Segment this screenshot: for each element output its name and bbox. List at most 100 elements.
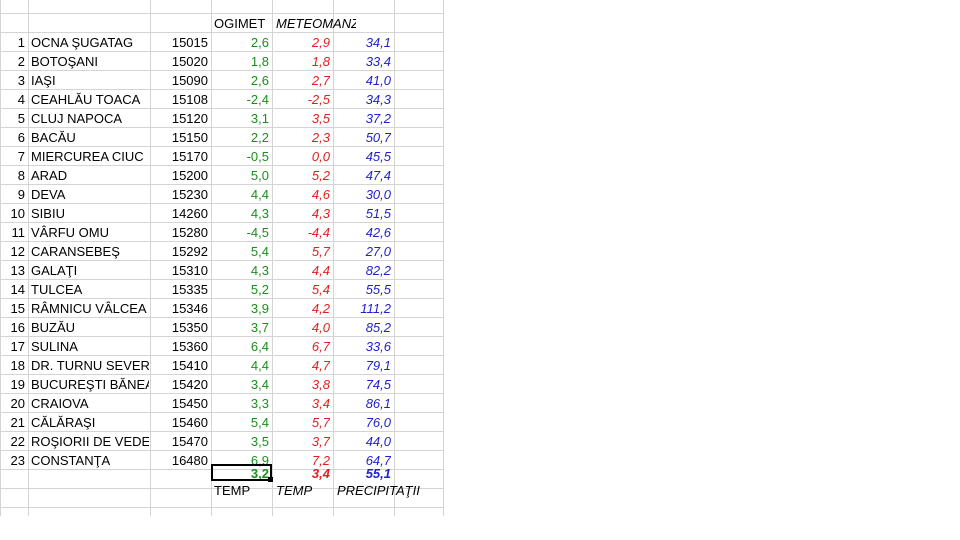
meteomanz-temp[interactable]: 4,4 <box>273 261 330 280</box>
precipitation[interactable]: 85,2 <box>334 318 391 337</box>
meteomanz-temp[interactable]: 2,9 <box>273 33 330 52</box>
station-code[interactable]: 15360 <box>150 337 208 356</box>
station-name[interactable]: CLUJ NAPOCA <box>31 109 149 128</box>
header-ogimet[interactable]: OGIMET <box>211 14 275 33</box>
station-code[interactable]: 15150 <box>150 128 208 147</box>
ogimet-temp[interactable]: 4,3 <box>211 204 269 223</box>
station-code[interactable]: 16480 <box>150 451 208 470</box>
ogimet-temp[interactable]: 4,4 <box>211 185 269 204</box>
station-code[interactable]: 15292 <box>150 242 208 261</box>
ogimet-temp[interactable]: 3,4 <box>211 375 269 394</box>
row-number[interactable]: 3 <box>0 71 25 90</box>
precipitation[interactable]: 27,0 <box>334 242 391 261</box>
station-name[interactable]: GALAŢI <box>31 261 149 280</box>
precipitation[interactable]: 44,0 <box>334 432 391 451</box>
meteomanz-temp[interactable]: 4,0 <box>273 318 330 337</box>
ogimet-temp[interactable]: 3,1 <box>211 109 269 128</box>
ogimet-temp[interactable]: 4,3 <box>211 261 269 280</box>
station-name[interactable]: CARANSEBEŞ <box>31 242 149 261</box>
spreadsheet-grid[interactable]: OGIMET METEOMANZ 1 OCNA ŞUGATAG 15015 2,6 2,… <box>0 0 444 516</box>
station-name[interactable]: CEAHLĂU TOACA <box>31 90 149 109</box>
precipitation[interactable]: 42,6 <box>334 223 391 242</box>
precipitation[interactable]: 34,1 <box>334 33 391 52</box>
precipitation[interactable]: 76,0 <box>334 413 391 432</box>
station-code[interactable]: 15420 <box>150 375 208 394</box>
station-code[interactable]: 15470 <box>150 432 208 451</box>
station-code[interactable]: 15350 <box>150 318 208 337</box>
meteomanz-temp[interactable]: 2,3 <box>273 128 330 147</box>
station-code[interactable]: 15310 <box>150 261 208 280</box>
station-name[interactable]: OCNA ŞUGATAG <box>31 33 149 52</box>
footer-temp-meteomanz[interactable]: TEMP <box>273 481 336 500</box>
ogimet-temp[interactable]: 3,9 <box>211 299 269 318</box>
station-name[interactable]: BUCUREŞTI BĂNEA <box>31 375 149 394</box>
precipitation[interactable]: 82,2 <box>334 261 391 280</box>
station-code[interactable]: 15280 <box>150 223 208 242</box>
ogimet-temp[interactable]: 5,4 <box>211 242 269 261</box>
meteomanz-temp[interactable]: -2,5 <box>273 90 330 109</box>
row-number[interactable]: 15 <box>0 299 25 318</box>
ogimet-temp[interactable]: 5,2 <box>211 280 269 299</box>
station-name[interactable]: ARAD <box>31 166 149 185</box>
station-name[interactable]: DR. TURNU SEVER <box>31 356 149 375</box>
row-number[interactable]: 11 <box>0 223 26 242</box>
station-code[interactable]: 15090 <box>150 71 208 90</box>
precipitation[interactable]: 33,4 <box>334 52 391 71</box>
precipitation[interactable]: 30,0 <box>334 185 391 204</box>
precipitation[interactable]: 41,0 <box>334 71 391 90</box>
ogimet-temp[interactable]: -2,4 <box>211 90 269 109</box>
meteomanz-temp[interactable]: 5,7 <box>273 413 330 432</box>
station-code[interactable]: 15230 <box>150 185 208 204</box>
meteomanz-temp[interactable]: 4,6 <box>273 185 330 204</box>
meteomanz-temp[interactable]: 4,3 <box>273 204 330 223</box>
row-number[interactable]: 21 <box>0 413 25 432</box>
precipitation[interactable]: 55,5 <box>334 280 391 299</box>
station-name[interactable]: RÂMNICU VÂLCEA <box>31 299 149 318</box>
row-number[interactable]: 23 <box>0 451 25 470</box>
precipitation[interactable]: 45,5 <box>334 147 391 166</box>
station-name[interactable]: BOTOŞANI <box>31 52 149 71</box>
station-name[interactable]: CĂLĂRAŞI <box>31 413 149 432</box>
ogimet-temp[interactable]: -0,5 <box>211 147 269 166</box>
header-meteomanz[interactable]: METEOMANZ <box>273 14 356 33</box>
station-name[interactable]: MIERCUREA CIUC <box>31 147 149 166</box>
row-number[interactable]: 22 <box>0 432 25 451</box>
row-number[interactable]: 17 <box>0 337 25 356</box>
fill-handle[interactable] <box>268 477 273 482</box>
meteomanz-temp[interactable]: 3,5 <box>273 109 330 128</box>
meteomanz-temp[interactable]: 6,7 <box>273 337 330 356</box>
precipitation[interactable]: 51,5 <box>334 204 391 223</box>
meteomanz-temp[interactable]: -4,4 <box>273 223 330 242</box>
ogimet-temp[interactable]: 6,4 <box>211 337 269 356</box>
precipitation[interactable]: 47,4 <box>334 166 391 185</box>
ogimet-temp[interactable]: 3,3 <box>211 394 269 413</box>
precipitation[interactable]: 50,7 <box>334 128 391 147</box>
precipitation[interactable]: 34,3 <box>334 90 391 109</box>
station-name[interactable]: TULCEA <box>31 280 149 299</box>
station-name[interactable]: CRAIOVA <box>31 394 149 413</box>
meteomanz-temp[interactable]: 3,8 <box>273 375 330 394</box>
row-number[interactable]: 6 <box>0 128 25 147</box>
meteomanz-temp[interactable]: 0,0 <box>273 147 330 166</box>
row-number[interactable]: 8 <box>0 166 25 185</box>
row-number[interactable]: 18 <box>0 356 25 375</box>
station-code[interactable]: 15120 <box>150 109 208 128</box>
meteomanz-temp[interactable]: 2,7 <box>273 71 330 90</box>
station-name[interactable]: CONSTANŢA <box>31 451 149 470</box>
row-number[interactable]: 12 <box>0 242 25 261</box>
row-number[interactable]: 20 <box>0 394 25 413</box>
station-code[interactable]: 14260 <box>150 204 208 223</box>
ogimet-temp[interactable]: 2,2 <box>211 128 269 147</box>
station-name[interactable]: VÂRFU OMU <box>31 223 149 242</box>
footer-temp-ogimet[interactable]: TEMP <box>211 481 275 500</box>
row-number[interactable]: 14 <box>0 280 25 299</box>
station-code[interactable]: 15015 <box>150 33 208 52</box>
ogimet-temp[interactable]: 2,6 <box>211 71 269 90</box>
row-number[interactable]: 1 <box>0 33 25 52</box>
row-number[interactable]: 10 <box>0 204 25 223</box>
station-code[interactable]: 15335 <box>150 280 208 299</box>
precipitation[interactable]: 79,1 <box>334 356 391 375</box>
row-number[interactable]: 9 <box>0 185 25 204</box>
precipitation[interactable]: 111,2 <box>334 299 391 318</box>
meteomanz-temp[interactable]: 3,4 <box>273 394 330 413</box>
